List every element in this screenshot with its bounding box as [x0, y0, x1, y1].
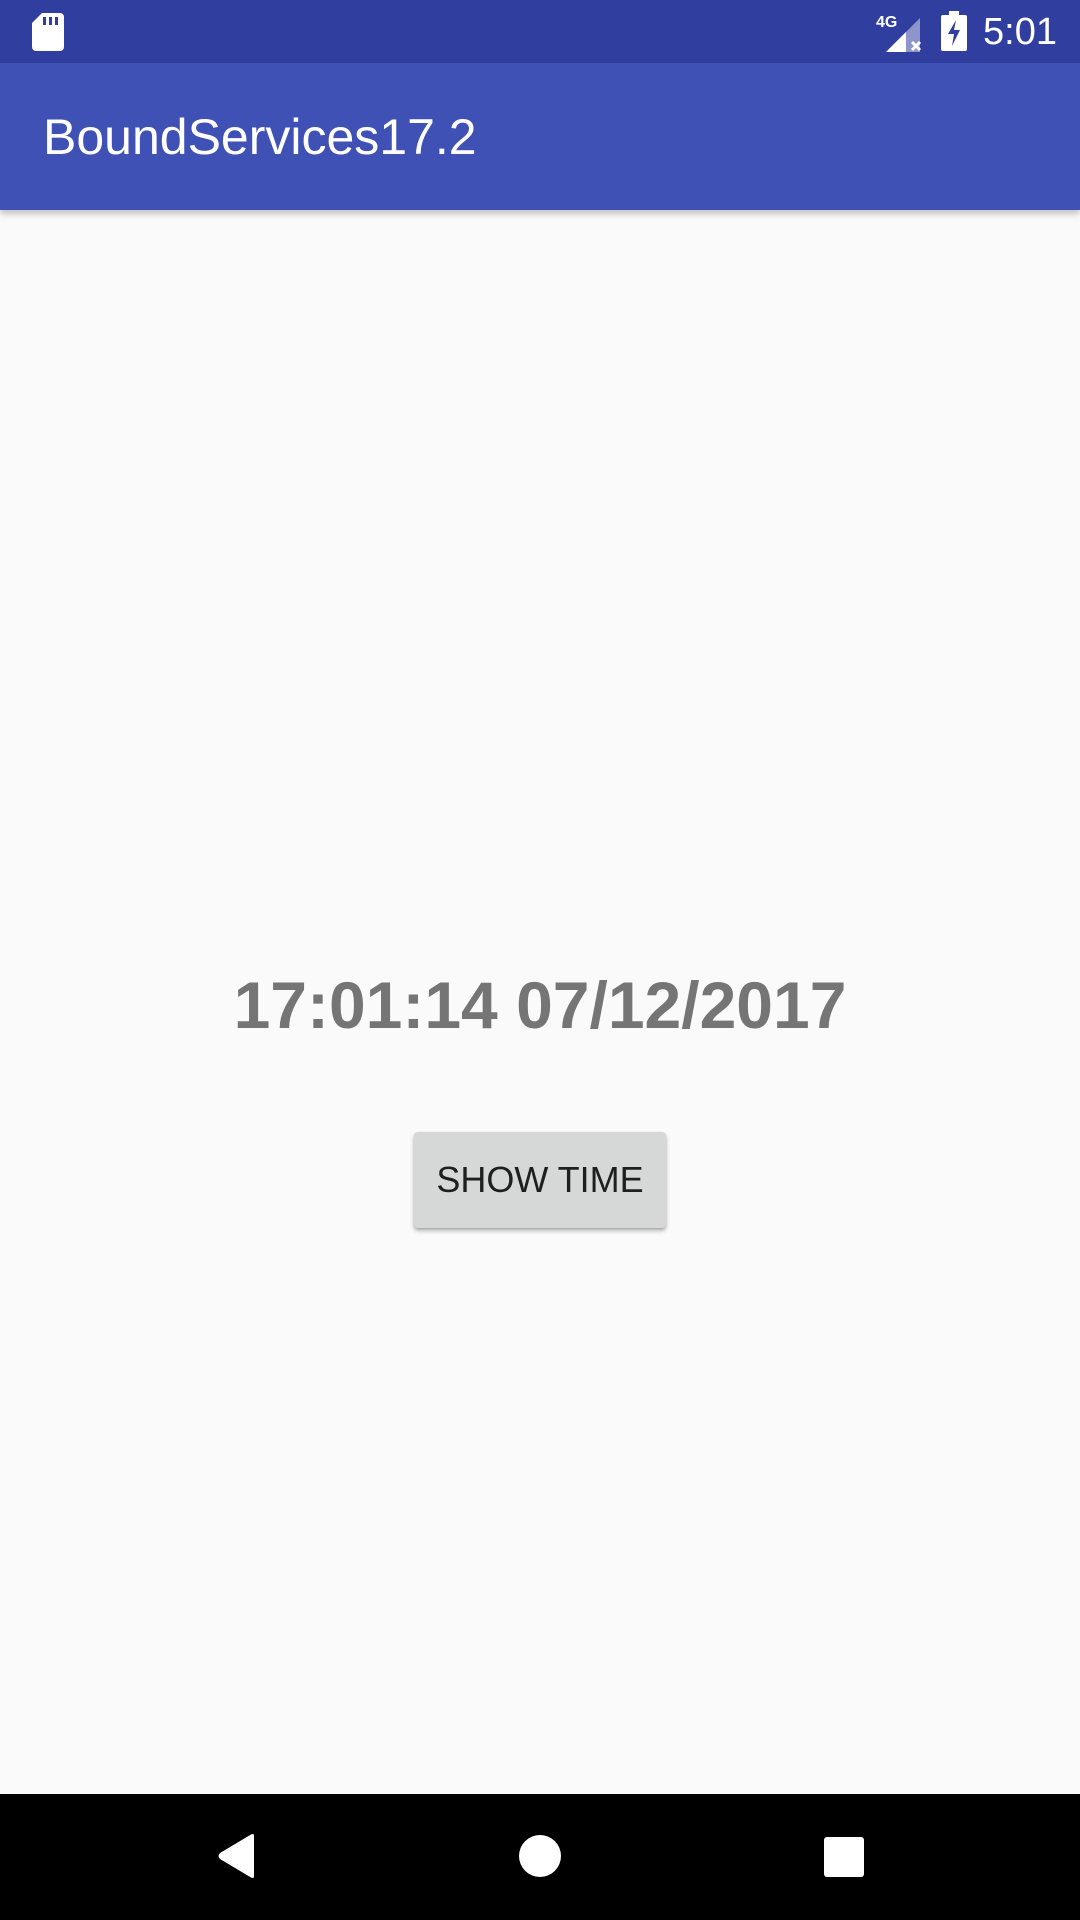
- back-icon[interactable]: [216, 1832, 258, 1880]
- status-time: 5:01: [983, 11, 1057, 53]
- time-display: 17:01:14 07/12/2017: [233, 968, 847, 1042]
- network-type-label: 4G: [876, 14, 897, 31]
- screen: 4G 5:01 BoundServices17.2 17:01:14 07/12…: [0, 0, 1080, 1920]
- signal-4g-icon: 4G: [876, 14, 922, 52]
- app-title: BoundServices17.2: [43, 109, 477, 165]
- recents-icon[interactable]: [824, 1837, 864, 1877]
- status-bar: 4G 5:01: [0, 0, 1080, 63]
- show-time-button[interactable]: SHOW TIME: [414, 1132, 666, 1228]
- main-content: 17:01:14 07/12/2017 SHOW TIME: [0, 210, 1080, 1794]
- battery-charging-icon: [941, 11, 967, 51]
- home-icon[interactable]: [518, 1834, 562, 1878]
- app-bar: BoundServices17.2: [0, 63, 1080, 210]
- sd-card-icon: [32, 13, 64, 51]
- navigation-bar: [0, 1794, 1080, 1920]
